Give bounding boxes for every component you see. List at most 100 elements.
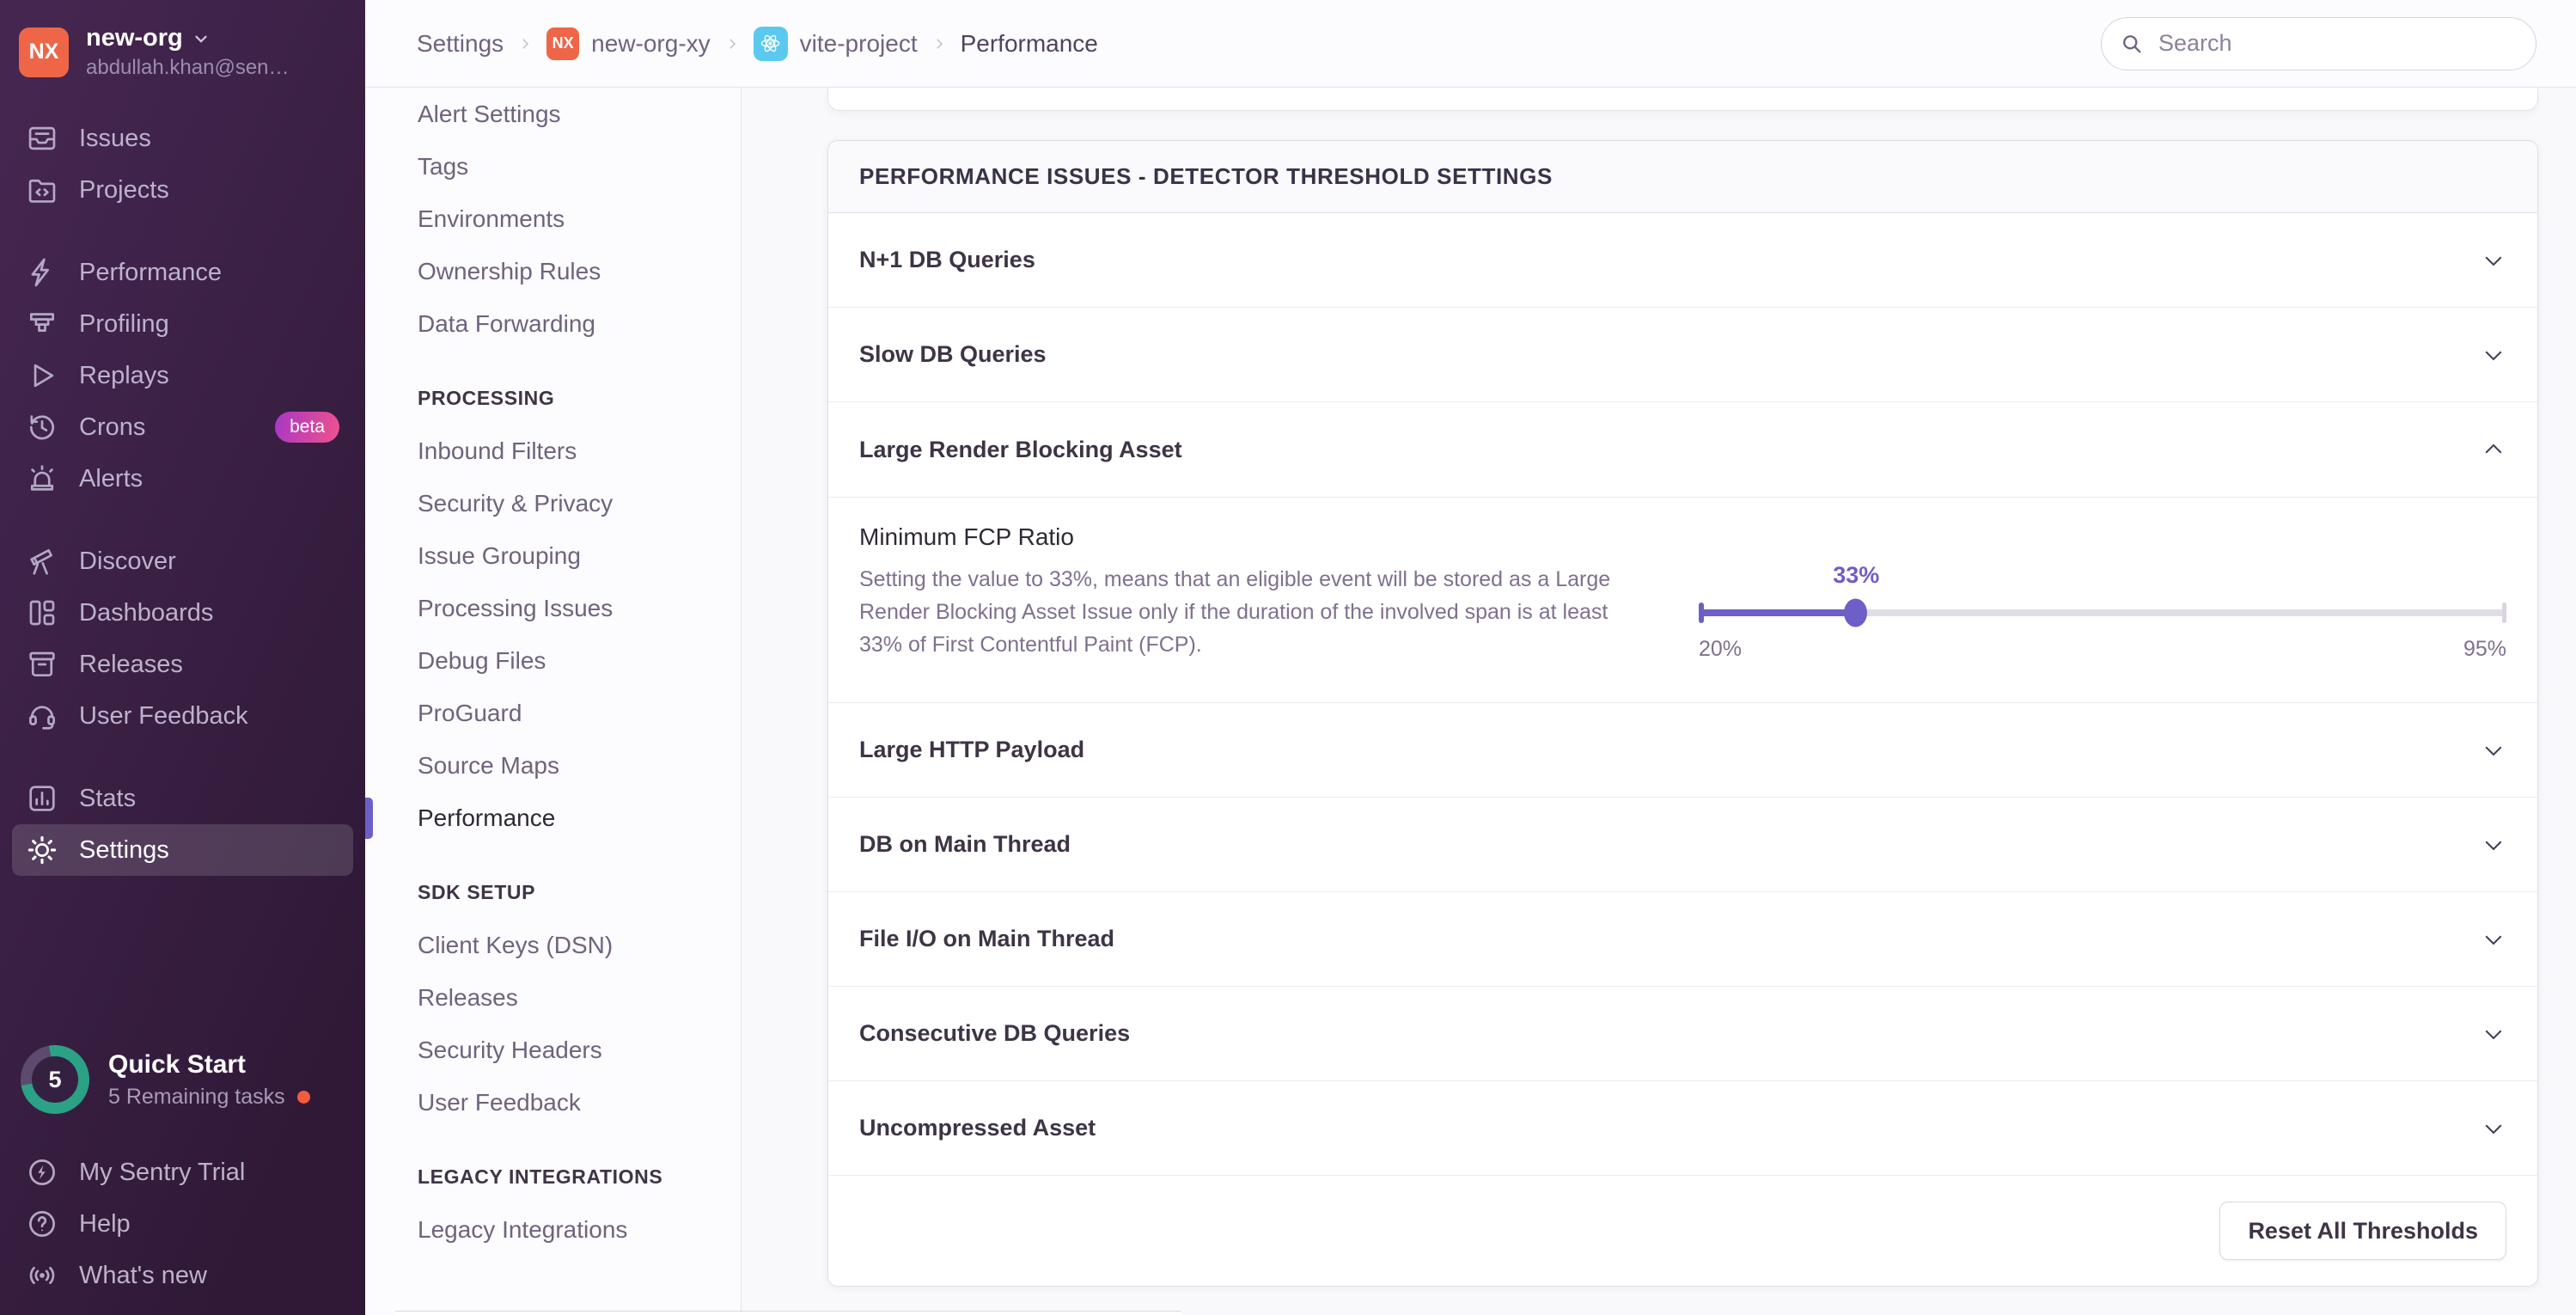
chevron-down-icon xyxy=(2481,1021,2506,1047)
settings-nav-performance[interactable]: Performance xyxy=(365,792,741,844)
org-email: abdullah.khan@sen… xyxy=(86,56,290,79)
sidebar-item-releases[interactable]: Releases xyxy=(12,639,353,690)
settings-nav-tags[interactable]: Tags xyxy=(365,140,741,193)
sidebar-item-help[interactable]: Help xyxy=(12,1198,353,1250)
sidebar-item-performance[interactable]: Performance xyxy=(12,247,353,298)
replays-icon xyxy=(26,359,58,392)
sidebar-item-user-feedback[interactable]: User Feedback xyxy=(12,690,353,742)
sidebar-item-label: Discover xyxy=(79,547,176,575)
sidebar-item-label: Performance xyxy=(79,258,223,286)
sidebar-item-crons[interactable]: Crons beta xyxy=(12,401,353,453)
sidebar-item-label: Releases xyxy=(79,650,183,678)
org-avatar: NX xyxy=(19,27,69,77)
settings-nav-user-feedback[interactable]: User Feedback xyxy=(365,1076,741,1128)
accordion-row-file-io-on-main-thread[interactable]: File I/O on Main Thread xyxy=(828,892,2537,987)
chevron-down-icon xyxy=(2481,1116,2506,1141)
notification-dot xyxy=(296,1090,310,1104)
discover-icon xyxy=(26,545,58,578)
chevron-down-icon xyxy=(2481,832,2506,858)
settings-nav-security-privacy[interactable]: Security & Privacy xyxy=(365,477,741,529)
settings-nav-client-keys[interactable]: Client Keys (DSN) xyxy=(365,919,741,971)
sidebar-item-label: Help xyxy=(79,1209,131,1238)
sidebar-item-label: Crons xyxy=(79,413,146,441)
search-box xyxy=(2101,16,2536,70)
settings-nav-environments[interactable]: Environments xyxy=(365,193,741,245)
sidebar-item-projects[interactable]: Projects xyxy=(12,164,353,216)
settings-nav-proguard[interactable]: ProGuard xyxy=(365,687,741,739)
releases-icon xyxy=(26,648,58,681)
quick-start-progress-ring: 5 xyxy=(21,1045,89,1114)
chevron-up-icon xyxy=(2481,437,2506,462)
settings-nav-debug-files[interactable]: Debug Files xyxy=(365,634,741,687)
sidebar-item-replays[interactable]: Replays xyxy=(12,350,353,401)
search-input[interactable] xyxy=(2101,16,2536,70)
stats-icon xyxy=(26,782,58,815)
settings-nav: Alert Settings Tags Environments Ownersh… xyxy=(365,88,742,1315)
performance-icon xyxy=(26,256,58,289)
settings-nav-alert-settings[interactable]: Alert Settings xyxy=(365,88,741,140)
settings-nav-ownership-rules[interactable]: Ownership Rules xyxy=(365,245,741,297)
panel-footer: Reset All Thresholds xyxy=(828,1176,2537,1286)
accordion-row-consecutive-db-queries[interactable]: Consecutive DB Queries xyxy=(828,987,2537,1081)
settings-nav-section-legacy: LEGACY INTEGRATIONS xyxy=(418,1165,663,1188)
settings-nav-releases[interactable]: Releases xyxy=(365,971,741,1024)
projects-icon xyxy=(26,174,58,206)
org-switcher[interactable]: NX new-org abdullah.khan@sen… xyxy=(0,0,365,101)
accordion-row-large-http-payload[interactable]: Large HTTP Payload xyxy=(828,703,2537,798)
whats-new-icon xyxy=(26,1259,58,1292)
slider-max-label: 95% xyxy=(2463,637,2506,661)
accordion-row-n-plus-one-db-queries[interactable]: N+1 DB Queries xyxy=(828,213,2537,308)
accordion-row-uncompressed-asset[interactable]: Uncompressed Asset xyxy=(828,1081,2537,1176)
sidebar-item-dashboards[interactable]: Dashboards xyxy=(12,587,353,639)
accordion-row-large-render-blocking-asset[interactable]: Large Render Blocking Asset xyxy=(828,402,2537,497)
crons-icon xyxy=(26,411,58,443)
settings-nav-source-maps[interactable]: Source Maps xyxy=(365,739,741,792)
main-region: Settings NX new-org-xy vite-project Perf… xyxy=(365,0,2576,1315)
settings-icon xyxy=(26,834,58,866)
settings-nav-issue-grouping[interactable]: Issue Grouping xyxy=(365,529,741,582)
settings-nav-section-processing: PROCESSING xyxy=(418,387,555,409)
sidebar-footer-nav: My Sentry Trial Help What's new xyxy=(0,1147,365,1301)
quick-start-subtitle: 5 Remaining tasks xyxy=(108,1084,285,1109)
sidebar-item-issues[interactable]: Issues xyxy=(12,113,353,164)
sidebar-item-label: User Feedback xyxy=(79,701,248,730)
settings-nav-data-forwarding[interactable]: Data Forwarding xyxy=(365,297,741,350)
breadcrumb-settings[interactable]: Settings xyxy=(417,30,504,58)
sidebar-item-settings[interactable]: Settings xyxy=(12,824,353,876)
breadcrumb-organization[interactable]: NX new-org-xy xyxy=(546,27,711,60)
breadcrumb-performance: Performance xyxy=(960,29,1098,57)
profiling-icon xyxy=(26,308,58,340)
accordion-row-slow-db-queries[interactable]: Slow DB Queries xyxy=(828,308,2537,402)
settings-nav-legacy-integrations[interactable]: Legacy Integrations xyxy=(365,1203,741,1256)
topbar: Settings NX new-org-xy vite-project Perf… xyxy=(365,0,2576,88)
reset-all-thresholds-button[interactable]: Reset All Thresholds xyxy=(2219,1202,2506,1260)
quick-start-count: 5 xyxy=(48,1066,62,1092)
setting-description: Setting the value to 33%, means that an … xyxy=(859,567,1611,657)
settings-nav-processing-issues[interactable]: Processing Issues xyxy=(365,582,741,634)
sidebar-item-alerts[interactable]: Alerts xyxy=(12,453,353,505)
sidebar-item-discover[interactable]: Discover xyxy=(12,535,353,587)
sidebar-item-label: Dashboards xyxy=(79,598,214,627)
quick-start[interactable]: 5 Quick Start 5 Remaining tasks xyxy=(0,1045,365,1114)
slider-thumb[interactable] xyxy=(1844,598,1868,627)
chevron-right-icon xyxy=(936,38,943,49)
chevron-down-icon xyxy=(2481,927,2506,952)
settings-nav-security-headers[interactable]: Security Headers xyxy=(365,1024,741,1076)
react-project-icon xyxy=(753,26,788,61)
breadcrumb-project[interactable]: vite-project xyxy=(753,26,918,61)
breadcrumb-project-label: vite-project xyxy=(799,29,918,57)
quick-start-title: Quick Start xyxy=(108,1049,247,1079)
user-feedback-icon xyxy=(26,700,58,732)
active-indicator xyxy=(365,797,373,839)
setting-title: Minimum FCP Ratio xyxy=(859,523,1074,550)
accordion-row-db-on-main-thread[interactable]: DB on Main Thread xyxy=(828,798,2537,892)
sidebar-item-whats-new[interactable]: What's new xyxy=(12,1250,353,1301)
settings-nav-inbound-filters[interactable]: Inbound Filters xyxy=(365,425,741,477)
sidebar-item-stats[interactable]: Stats xyxy=(12,773,353,824)
org-name: new-org xyxy=(86,24,183,52)
sidebar-item-profiling[interactable]: Profiling xyxy=(12,298,353,350)
sidebar-item-my-sentry-trial[interactable]: My Sentry Trial xyxy=(12,1147,353,1198)
large-render-blocking-asset-settings: Minimum FCP Ratio Setting the value to 3… xyxy=(828,497,2537,703)
chevron-down-icon xyxy=(2481,248,2506,273)
content-area: PERFORMANCE ISSUES - DETECTOR THRESHOLD … xyxy=(742,88,2576,1315)
